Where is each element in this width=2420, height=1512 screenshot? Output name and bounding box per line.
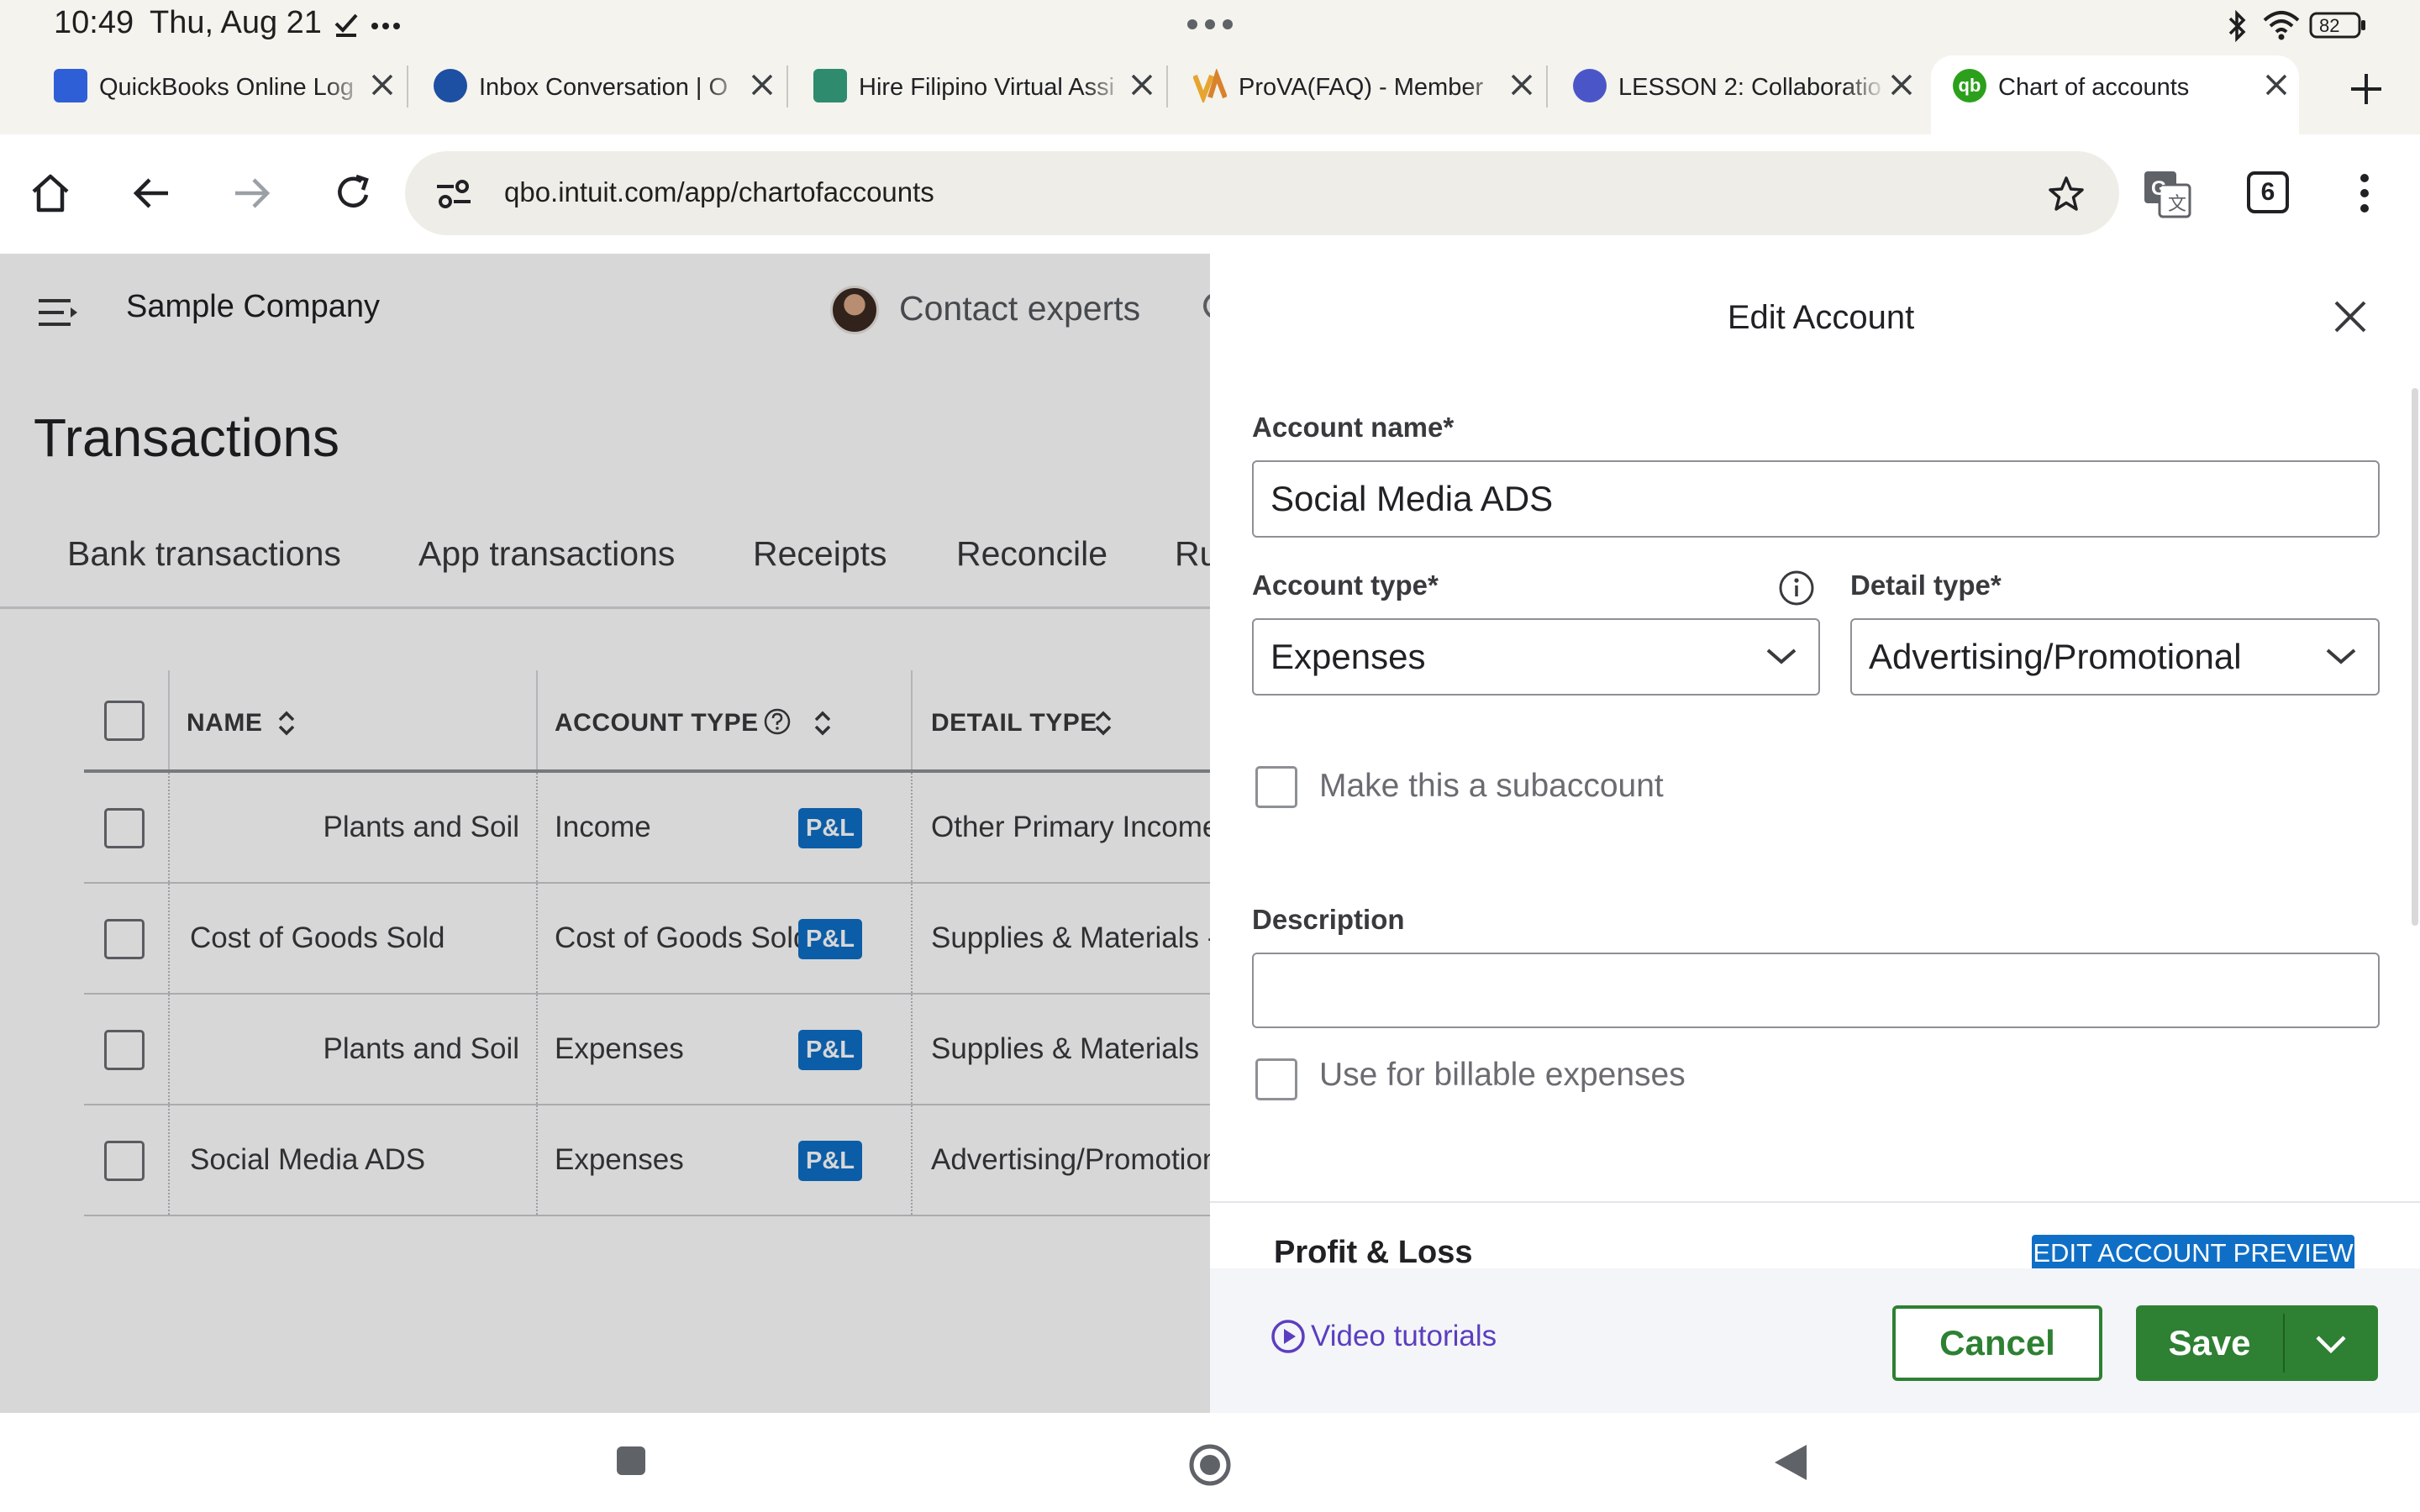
quickbooks-favicon-icon [54, 69, 87, 102]
close-tab-icon[interactable] [1129, 72, 1155, 97]
drawer-scrollbar[interactable] [2412, 388, 2418, 926]
home-icon[interactable] [29, 171, 72, 215]
profit-loss-title: Profit & Loss [1274, 1235, 1473, 1270]
tab-switcher-button[interactable]: 6 [2247, 171, 2289, 213]
close-tab-icon[interactable] [750, 72, 775, 97]
account-type-value: Expenses [1270, 637, 1426, 676]
account-type-select[interactable]: Expenses [1252, 618, 1820, 696]
inbox-favicon-icon [434, 69, 467, 102]
edit-account-preview-button[interactable]: EDIT ACCOUNT PREVIEW [2032, 1235, 2354, 1272]
wifi-icon [2262, 10, 2301, 40]
forward-icon[interactable] [230, 171, 274, 215]
section-divider [1210, 1201, 2420, 1203]
info-icon[interactable] [1778, 570, 1815, 606]
prova-favicon-icon [1193, 69, 1227, 102]
chevron-down-icon [1765, 643, 1798, 669]
cancel-button[interactable]: Cancel [1892, 1305, 2102, 1381]
new-tab-icon[interactable] [2349, 72, 2383, 106]
account-name-input[interactable]: Social Media ADS [1252, 460, 2380, 538]
detail-type-value: Advertising/Promotional [1869, 637, 2242, 676]
close-tab-icon[interactable] [2264, 72, 2289, 97]
play-circle-icon [1270, 1319, 1306, 1354]
tab-title: Hire Filipino Virtual Assi [859, 74, 1115, 101]
subaccount-checkbox[interactable] [1255, 766, 1297, 808]
more-notifications-icon [371, 22, 400, 30]
description-input[interactable] [1252, 953, 2380, 1028]
browser-tab[interactable]: QuickBooks Online Log [54, 52, 434, 134]
subaccount-label[interactable]: Make this a subaccount [1319, 768, 1664, 805]
description-label: Description [1252, 904, 1405, 935]
save-button-group: Save [2136, 1305, 2378, 1381]
tab-title: QuickBooks Online Log [99, 74, 355, 101]
detail-type-select[interactable]: Advertising/Promotional [1850, 618, 2380, 696]
tab-title: LESSON 2: Collaboratio [1618, 74, 1881, 101]
browser-tab[interactable]: LESSON 2: Collaboratio [1573, 52, 1953, 134]
status-bar: 10:49 Thu, Aug 21 82 [0, 0, 2420, 52]
tab-separator [1166, 66, 1168, 108]
tab-title: Inbox Conversation | O [479, 74, 729, 101]
tab-separator [1546, 66, 1548, 108]
billable-expenses-checkbox[interactable] [1255, 1058, 1297, 1100]
home-nav-icon[interactable] [1188, 1443, 1232, 1487]
save-options-chevron-icon[interactable] [2314, 1329, 2348, 1357]
account-name-label: Account name* [1252, 412, 1455, 443]
edit-account-drawer: Edit Account Account name* Social Media … [1210, 254, 2420, 1413]
hire-filipino-favicon-icon [813, 69, 847, 102]
video-tutorials-label[interactable]: Video tutorials [1311, 1320, 1497, 1353]
android-nav-bar [0, 1413, 2420, 1512]
close-icon[interactable] [2333, 299, 2368, 334]
tab-separator [407, 66, 408, 108]
google-translate-icon[interactable]: G文 [2143, 170, 2191, 218]
tab-separator [786, 66, 788, 108]
checkmark-icon [333, 10, 361, 39]
drag-handle-icon[interactable] [1186, 18, 1234, 30]
site-settings-icon[interactable] [435, 176, 472, 210]
reload-icon[interactable] [331, 171, 375, 215]
detail-type-label: Detail type* [1850, 570, 2002, 601]
drawer-title: Edit Account [1727, 299, 1915, 336]
video-tutorials-link[interactable]: Video tutorials [1270, 1319, 1497, 1354]
svg-text:G: G [2151, 177, 2167, 200]
status-date: Thu, Aug 21 [150, 5, 322, 40]
back-nav-icon[interactable] [1773, 1443, 1808, 1482]
drawer-footer: Video tutorials Cancel Save [1210, 1268, 2420, 1413]
chevron-down-icon [2324, 643, 2358, 669]
close-tab-icon[interactable] [370, 72, 395, 97]
recent-apps-icon[interactable] [615, 1445, 647, 1477]
tab-title: Chart of accounts [1998, 74, 2190, 101]
account-name-value[interactable]: Social Media ADS [1270, 462, 1553, 536]
url-text[interactable]: qbo.intuit.com/app/chartofaccounts [504, 176, 934, 208]
browser-tab-active[interactable]: qb Chart of accounts [1953, 52, 2333, 134]
svg-text:文: 文 [2168, 193, 2186, 214]
battery-level: 82 [2319, 15, 2340, 36]
modal-overlay[interactable] [0, 254, 1210, 1413]
bluetooth-icon [2225, 10, 2250, 42]
save-button-divider [2283, 1314, 2285, 1373]
close-tab-icon[interactable] [1509, 72, 1534, 97]
bookmark-star-icon[interactable] [2047, 175, 2086, 213]
browser-tab[interactable]: ProVA(FAQ) - Member [1193, 52, 1573, 134]
account-type-label: Account type* [1252, 570, 1439, 601]
lesson-favicon-icon [1573, 69, 1607, 102]
tab-title: ProVA(FAQ) - Member [1239, 74, 1484, 101]
browser-tab[interactable]: Inbox Conversation | O [434, 52, 813, 134]
back-icon[interactable] [129, 171, 173, 215]
qb-favicon-icon: qb [1953, 69, 1986, 102]
browser-tab[interactable]: Hire Filipino Virtual Assi [813, 52, 1193, 134]
billable-expenses-label[interactable]: Use for billable expenses [1319, 1057, 1686, 1094]
status-time: 10:49 [54, 5, 134, 40]
close-tab-icon[interactable] [1889, 72, 1914, 97]
browser-menu-icon[interactable] [2358, 171, 2371, 215]
save-button[interactable]: Save [2136, 1305, 2283, 1381]
address-bar[interactable]: qbo.intuit.com/app/chartofaccounts [405, 151, 2119, 235]
